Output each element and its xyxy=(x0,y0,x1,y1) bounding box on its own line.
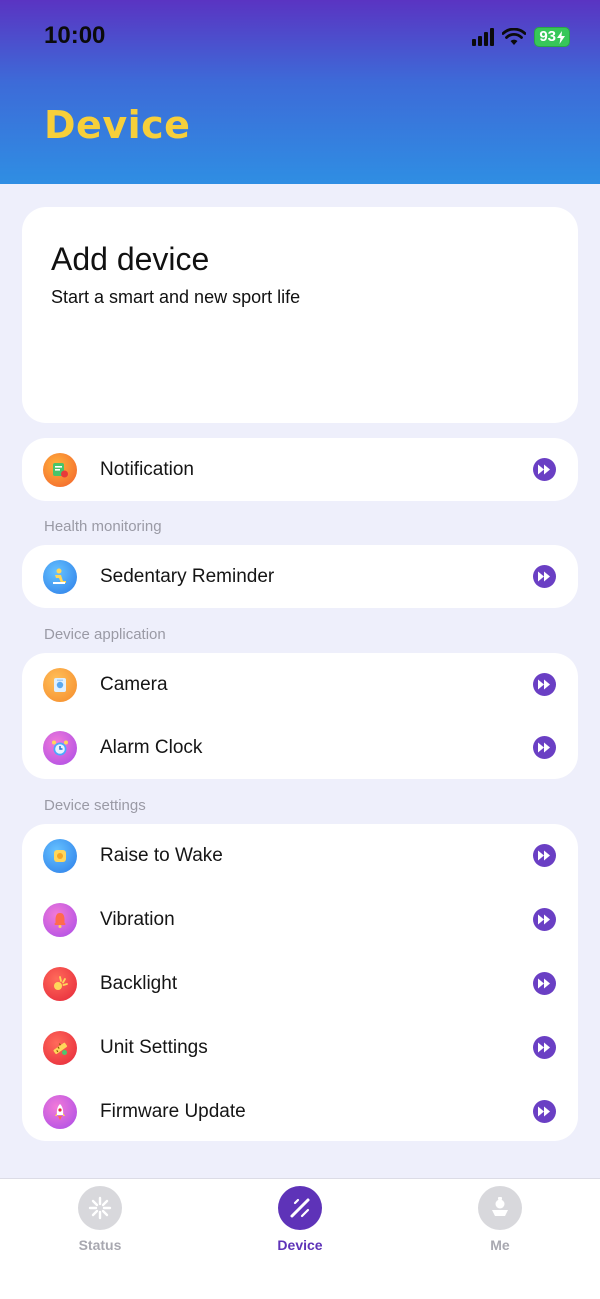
status-bar: 10:00 93 xyxy=(0,0,600,70)
forward-arrow-icon xyxy=(533,565,556,588)
section-health-monitoring: Health monitoring xyxy=(44,518,162,535)
alarm-clock-label: Alarm Clock xyxy=(100,737,203,758)
me-tab-icon xyxy=(478,1186,522,1230)
tab-me[interactable]: Me xyxy=(440,1185,560,1255)
sedentary-reminder-row[interactable]: Sedentary Reminder xyxy=(22,545,578,609)
notification-row[interactable]: Notification xyxy=(22,438,578,502)
tab-status-label: Status xyxy=(78,1237,122,1253)
status-time: 10:00 xyxy=(44,22,106,49)
unit-settings-label: Unit Settings xyxy=(100,1037,208,1058)
settings-card: Raise to Wake Vibration Backlight Unit S… xyxy=(22,824,578,1141)
unit-settings-icon xyxy=(43,1031,77,1065)
signal-icon xyxy=(472,28,495,46)
tab-device-label: Device xyxy=(277,1237,323,1253)
sedentary-reminder-label: Sedentary Reminder xyxy=(100,566,275,587)
raise-to-wake-row[interactable]: Raise to Wake xyxy=(22,824,578,888)
backlight-label: Backlight xyxy=(100,973,178,994)
section-device-settings: Device settings xyxy=(44,797,146,814)
notification-card: Notification xyxy=(22,438,578,501)
firmware-update-label: Firmware Update xyxy=(100,1101,246,1122)
vibration-icon xyxy=(43,903,77,937)
firmware-update-icon xyxy=(43,1095,77,1129)
notification-icon xyxy=(43,453,77,487)
section-device-application: Device application xyxy=(44,626,166,643)
raise-to-wake-label: Raise to Wake xyxy=(100,845,223,866)
vibration-row[interactable]: Vibration xyxy=(22,888,578,952)
status-tab-icon xyxy=(78,1186,122,1230)
forward-arrow-icon xyxy=(533,1036,556,1059)
alarm-clock-icon xyxy=(43,731,77,765)
device-tab-icon xyxy=(278,1186,322,1230)
header: 10:00 93 Device xyxy=(0,0,600,184)
unit-settings-row[interactable]: Unit Settings xyxy=(22,1016,578,1080)
firmware-update-row[interactable]: Firmware Update xyxy=(22,1080,578,1144)
tab-status[interactable]: Status xyxy=(40,1185,160,1255)
health-card: Sedentary Reminder xyxy=(22,545,578,608)
add-device-subtitle: Start a smart and new sport life xyxy=(51,287,301,307)
forward-arrow-icon xyxy=(533,844,556,867)
forward-arrow-icon xyxy=(533,972,556,995)
forward-arrow-icon xyxy=(533,736,556,759)
tab-bar: Status Device Me xyxy=(0,1178,600,1299)
forward-arrow-icon xyxy=(533,908,556,931)
tab-device[interactable]: Device xyxy=(240,1185,360,1255)
battery-level: 93 xyxy=(539,28,556,45)
vibration-label: Vibration xyxy=(100,909,175,930)
wifi-icon xyxy=(502,28,527,45)
tab-me-label: Me xyxy=(490,1237,510,1253)
battery-indicator: 93 xyxy=(534,27,570,47)
backlight-icon xyxy=(43,967,77,1001)
raise-to-wake-icon xyxy=(43,839,77,873)
add-device-card[interactable]: Add device Start a smart and new sport l… xyxy=(22,207,578,423)
alarm-clock-row[interactable]: Alarm Clock xyxy=(22,716,578,780)
forward-arrow-icon xyxy=(533,1100,556,1123)
add-device-title: Add device xyxy=(51,241,210,277)
page-title: Device xyxy=(44,103,191,147)
sedentary-icon xyxy=(43,560,77,594)
forward-arrow-icon xyxy=(533,458,556,481)
backlight-row[interactable]: Backlight xyxy=(22,952,578,1016)
camera-row[interactable]: Camera xyxy=(22,653,578,717)
status-icons: 93 xyxy=(472,26,570,48)
camera-icon xyxy=(43,668,77,702)
application-card: Camera Alarm Clock xyxy=(22,653,578,779)
camera-label: Camera xyxy=(100,674,168,695)
forward-arrow-icon xyxy=(533,673,556,696)
charging-bolt-icon xyxy=(557,30,565,44)
notification-label: Notification xyxy=(100,459,194,480)
